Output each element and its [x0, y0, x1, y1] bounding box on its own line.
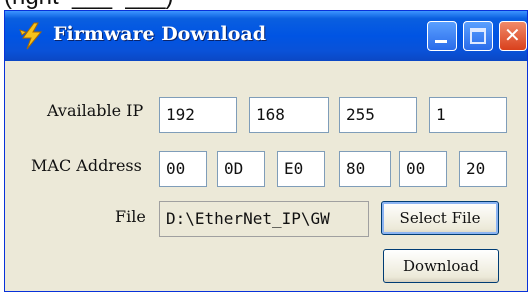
file-label: File [115, 207, 146, 226]
file-path-field[interactable]: D:\EtherNet_IP\GW [159, 201, 369, 237]
minimize-button[interactable] [427, 21, 457, 51]
ip-octet-4-field[interactable]: 1 [429, 97, 507, 133]
minimize-icon [435, 40, 447, 43]
ip-octet-3-field[interactable]: 255 [339, 97, 417, 133]
ip-octet-2-field[interactable]: 168 [249, 97, 329, 133]
title-bar[interactable]: Firmware Download ✕ [5, 11, 527, 61]
lightning-icon [19, 22, 43, 50]
window-title: Firmware Download [53, 23, 267, 45]
close-icon: ✕ [504, 23, 521, 47]
mac-byte-1-field[interactable]: 00 [159, 151, 207, 187]
mac-byte-6-field[interactable]: 20 [459, 151, 507, 187]
mac-byte-5-field[interactable]: 00 [399, 151, 447, 187]
maximize-icon [470, 28, 486, 44]
maximize-button[interactable] [463, 21, 493, 51]
mac-address-label: MAC Address [31, 156, 142, 175]
available-ip-label: Available IP [47, 101, 144, 120]
mac-byte-4-field[interactable]: 80 [339, 151, 391, 187]
select-file-button[interactable]: Select File [381, 201, 499, 235]
download-button[interactable]: Download [383, 249, 499, 283]
mac-byte-2-field[interactable]: 0D [217, 151, 265, 187]
close-button[interactable]: ✕ [499, 21, 527, 51]
mac-byte-3-field[interactable]: E0 [277, 151, 325, 187]
firmware-download-window: Firmware Download ✕ Available IP 192 168… [4, 10, 528, 292]
ip-octet-1-field[interactable]: 192 [159, 97, 237, 133]
